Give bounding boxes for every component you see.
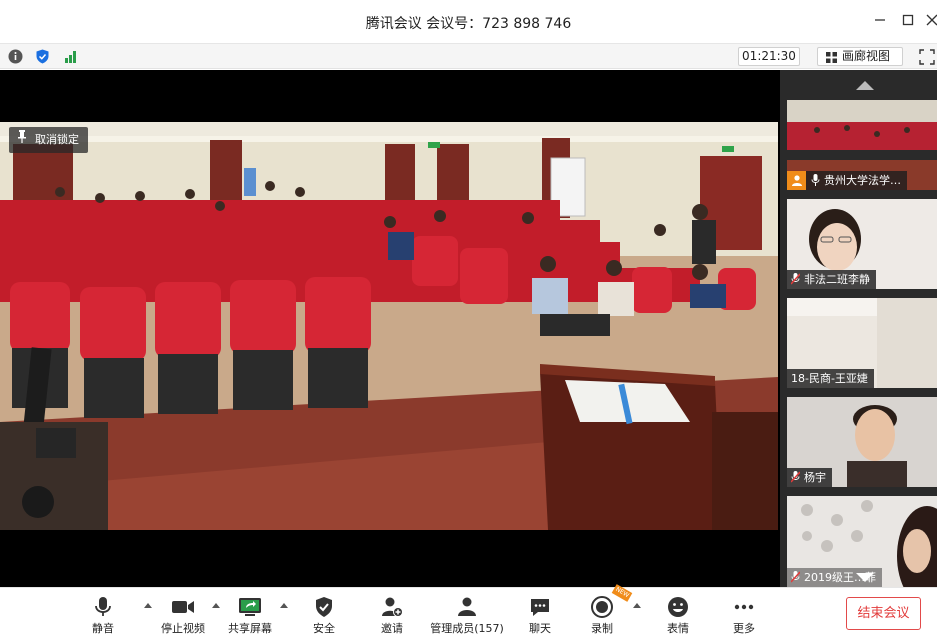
participant-sidebar: 贵州大学法学… 非法二班李静 18-民商-王亚婕 杨宇 2019级王…菲 (780, 70, 937, 587)
participant-tile[interactable]: 杨宇 (787, 397, 937, 487)
mic-muted-icon (791, 571, 800, 583)
minimize-icon[interactable] (870, 12, 890, 32)
grid-icon (826, 52, 837, 63)
unpin-label: 取消锁定 (35, 133, 79, 146)
mic-icon (811, 174, 820, 186)
manage-members-label: 管理成员(157) (430, 622, 504, 635)
participant-name: 杨宇 (787, 468, 832, 487)
fullscreen-icon[interactable] (919, 49, 935, 65)
meeting-info-bar: 01:21:30 画廊视图 (0, 44, 937, 69)
meeting-toolbar: 静音 停止视频 共享屏幕 安全 邀请 管理成员(157) 聊天 录制 NEW 表… (0, 584, 937, 640)
share-screen-icon (239, 598, 261, 616)
record-options-icon[interactable] (633, 603, 641, 608)
participant-name: 贵州大学法学… (787, 171, 907, 190)
participant-tile[interactable]: 非法二班李静 (787, 199, 937, 289)
title-bar: 腾讯会议 会议号：723 898 746 (0, 0, 937, 44)
scroll-down-icon[interactable] (856, 573, 874, 582)
emoji-icon (668, 597, 688, 617)
microphone-icon (95, 597, 111, 616)
participant-tile[interactable]: 18-民商-王亚婕 (787, 298, 937, 388)
scroll-up-icon[interactable] (856, 81, 874, 90)
mute-label: 静音 (92, 622, 114, 635)
members-icon (458, 597, 476, 616)
add-user-icon (382, 597, 403, 617)
more-icon (734, 604, 754, 610)
maximize-icon[interactable] (898, 12, 918, 32)
main-video-stage: 取消锁定 (0, 70, 780, 587)
emoji-button[interactable]: 表情 (658, 588, 698, 640)
lecture-hall-video (0, 122, 778, 530)
share-screen-button[interactable]: 共享屏幕 (226, 588, 274, 640)
more-button[interactable]: 更多 (724, 588, 764, 640)
more-label: 更多 (733, 622, 755, 635)
share-screen-label: 共享屏幕 (228, 622, 272, 635)
participant-name: 非法二班李静 (787, 270, 876, 289)
video-options-icon[interactable] (212, 603, 220, 608)
stop-video-label: 停止视频 (161, 622, 205, 635)
gallery-view-button[interactable]: 画廊视图 (817, 47, 903, 66)
pin-icon (17, 127, 27, 153)
chat-icon (531, 599, 549, 616)
unpin-button[interactable]: 取消锁定 (9, 127, 88, 153)
end-meeting-button[interactable]: 结束会议 (846, 597, 921, 630)
share-options-icon[interactable] (280, 603, 288, 608)
close-icon[interactable] (922, 12, 937, 32)
security-label: 安全 (313, 622, 335, 635)
mic-muted-icon (791, 273, 800, 285)
invite-label: 邀请 (381, 622, 403, 635)
shield-icon[interactable] (34, 48, 51, 65)
video-camera-icon (172, 601, 194, 613)
emoji-label: 表情 (667, 622, 689, 635)
host-icon (787, 171, 806, 190)
chat-label: 聊天 (529, 622, 551, 635)
record-label: 录制 (591, 622, 613, 635)
security-shield-icon (316, 597, 332, 617)
gallery-view-label: 画廊视图 (842, 49, 891, 63)
mute-button[interactable]: 静音 (80, 588, 126, 640)
audio-options-icon[interactable] (144, 603, 152, 608)
main-video-feed[interactable]: 取消锁定 (0, 122, 778, 530)
manage-members-button[interactable]: 管理成员(157) (430, 588, 504, 640)
mic-muted-icon (791, 471, 800, 483)
record-icon (591, 596, 613, 618)
participant-name: 18-民商-王亚婕 (787, 369, 874, 388)
signal-icon[interactable] (62, 48, 79, 65)
meeting-timer: 01:21:30 (738, 47, 800, 66)
window-title: 腾讯会议 会议号：723 898 746 (365, 16, 572, 32)
security-button[interactable]: 安全 (304, 588, 344, 640)
info-icon[interactable] (7, 48, 24, 65)
chat-button[interactable]: 聊天 (520, 588, 560, 640)
stop-video-button[interactable]: 停止视频 (157, 588, 209, 640)
invite-button[interactable]: 邀请 (372, 588, 412, 640)
participant-tile[interactable]: 贵州大学法学… (787, 100, 937, 190)
